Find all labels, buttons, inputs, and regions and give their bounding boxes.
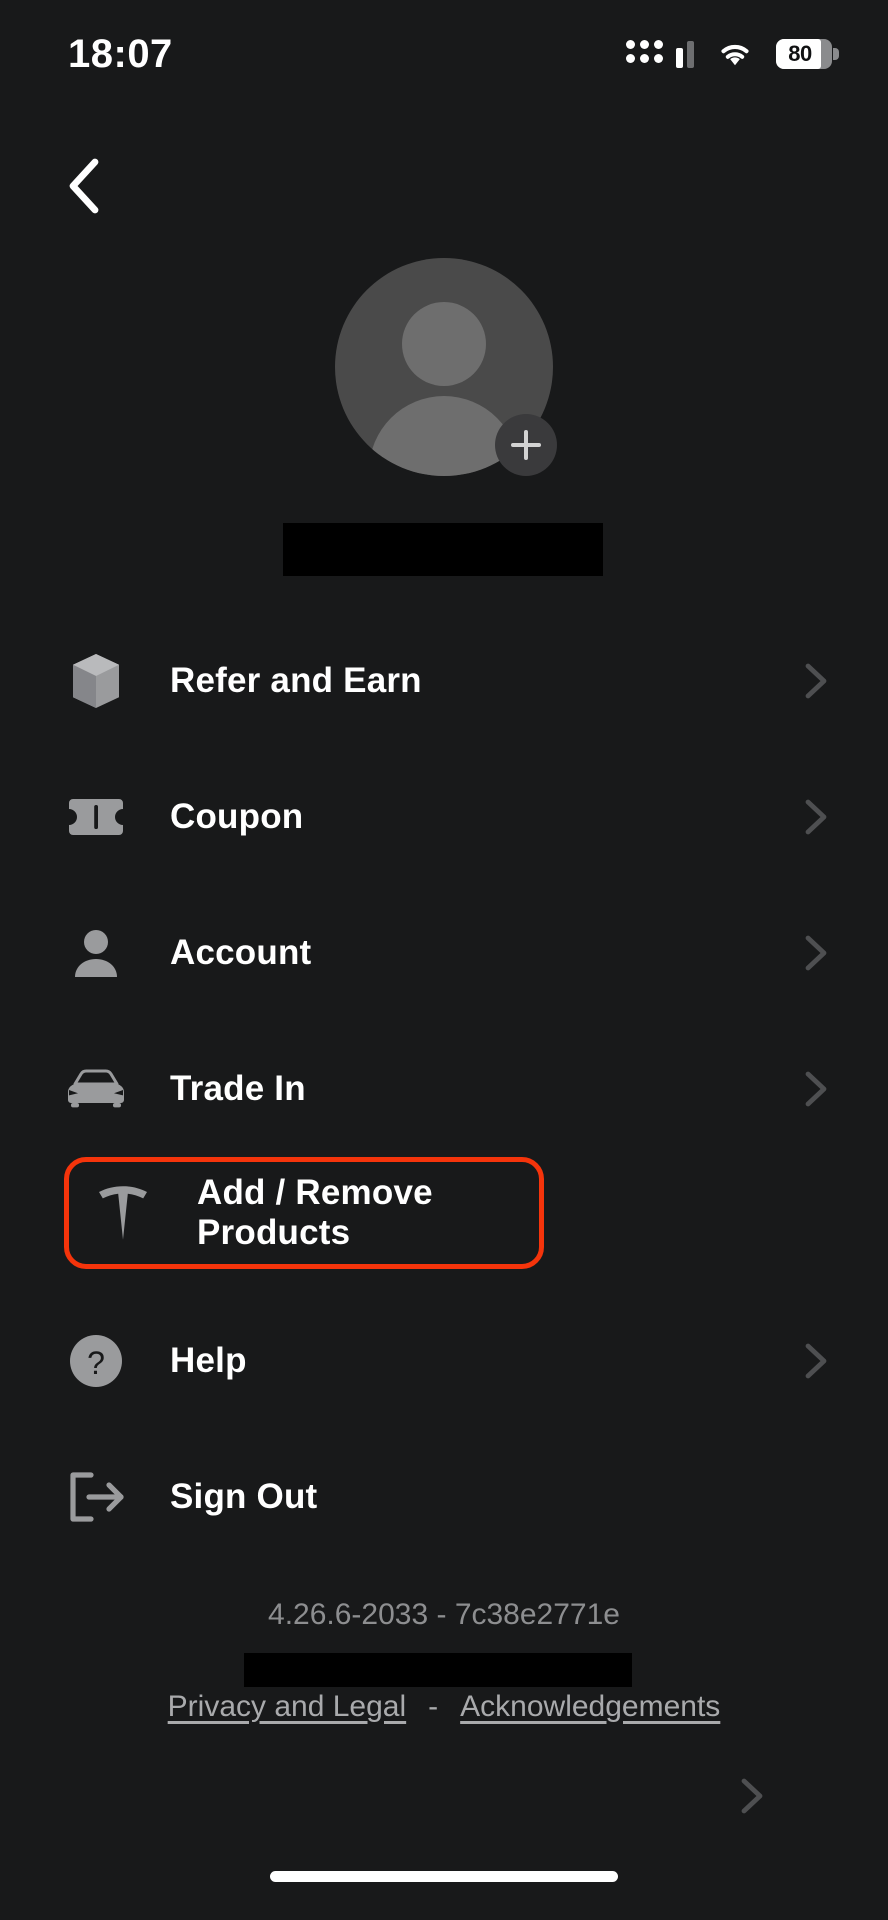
back-button[interactable] [48,150,120,222]
menu-item-label: Trade In [170,1069,306,1108]
cellular-signal-icon [626,40,694,68]
menu-item-sign-out[interactable]: Sign Out [0,1429,888,1565]
menu-item-coupon[interactable]: Coupon [0,749,888,885]
app-version: 4.26.6-2033 - 7c38e2771e [268,1598,620,1631]
status-bar-clock: 18:07 [68,31,173,76]
menu-item-help[interactable]: ? Help [0,1293,888,1429]
ticket-icon [64,785,128,849]
menu-item-add-remove-products[interactable]: Add / Remove Products [64,1157,544,1269]
acknowledgements-link[interactable]: Acknowledgements [460,1690,720,1724]
chevron-right-icon [740,1777,772,1814]
menu-item-refer-and-earn[interactable]: Refer and Earn [0,613,888,749]
chevron-right-icon [800,1343,832,1379]
chevron-right-icon [800,663,832,699]
person-icon [64,921,128,985]
cube-box-icon [64,649,128,713]
settings-menu: Refer and Earn Coupon Account Trade In A… [0,613,888,1814]
svg-text:?: ? [87,1345,105,1381]
menu-item-label: Account [170,933,312,972]
battery-percentage: 80 [788,41,812,66]
car-front-icon [64,1057,128,1121]
menu-item-label: Add / Remove Products [197,1173,433,1252]
status-bar: 18:07 80 [0,0,888,108]
chevron-right-icon [800,1071,832,1107]
avatar[interactable] [335,258,557,476]
menu-item-label: Help [170,1341,247,1380]
sign-out-icon [64,1465,128,1529]
redacted-user-name [283,523,603,576]
plus-icon[interactable] [495,414,557,476]
menu-item-account[interactable]: Account [0,885,888,1021]
menu-item-trade-in[interactable]: Trade In [0,1021,888,1157]
chevron-left-icon [69,158,99,214]
app-screen: 18:07 80 Refer and Earn Coupon Account T… [0,0,888,1920]
redacted-footer-line [244,1653,632,1687]
footer-separator: - [428,1690,439,1723]
menu-item-label: Refer and Earn [170,661,422,700]
menu-item-label: Sign Out [170,1477,318,1516]
battery-icon: 80 [776,39,839,69]
privacy-and-legal-link[interactable]: Privacy and Legal [168,1690,406,1724]
question-mark-circle-icon: ? [64,1329,128,1393]
status-bar-icons: 80 [626,39,839,69]
home-indicator[interactable] [270,1871,618,1882]
tesla-t-icon [91,1181,155,1245]
chevron-right-icon [800,799,832,835]
chevron-right-icon [800,935,832,971]
footer-links: Privacy and Legal - Acknowledgements [0,1690,888,1724]
wifi-icon [721,44,749,66]
menu-item-label: Coupon [170,797,304,836]
